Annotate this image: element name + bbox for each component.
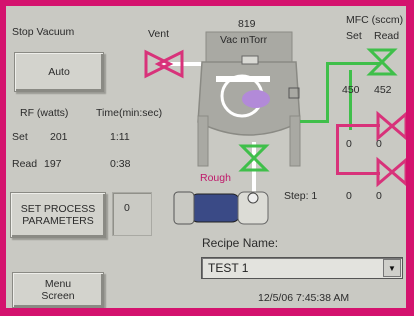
recipe-label: Recipe Name: [202, 236, 279, 250]
step-value-2: 0 [376, 190, 382, 202]
mfc-read-label: Read [374, 30, 400, 42]
mfc-row-1-set: 450 [342, 84, 360, 96]
hmi-screen: Stop Vacuum Auto RF (watts) Time(min:sec… [6, 6, 406, 308]
timestamp: 12/5/06 7:45:38 AM [258, 292, 350, 304]
mfc-header: MFC (sccm) [346, 14, 404, 26]
mfc-row-2-set: 0 [346, 138, 352, 150]
recipe-select[interactable]: TEST 1 ▼ [201, 257, 403, 279]
step-value-1: 0 [346, 190, 352, 202]
rough-label: Rough [200, 172, 231, 184]
pressure-value: 819 [238, 18, 256, 30]
rough-pipe [252, 142, 256, 192]
recipe-selected-value: TEST 1 [208, 261, 249, 275]
mfc-gas-lines [300, 62, 380, 175]
mfc-valve-3-icon[interactable] [376, 156, 406, 188]
mfc-set-label: Set [346, 30, 362, 42]
mfc-row-2-read: 0 [376, 138, 382, 150]
viewport-icon [241, 55, 259, 65]
step-label: Step: 1 [284, 190, 318, 202]
roughing-pump-icon [173, 191, 269, 225]
electrode-feed-icon [216, 76, 270, 82]
chevron-down-icon[interactable]: ▼ [383, 259, 401, 277]
vent-label: Vent [148, 28, 170, 40]
plasma-icon [242, 90, 270, 108]
pressure-label: Vac mTorr [220, 34, 268, 46]
mfc-row-1-read: 452 [374, 84, 392, 96]
mfc-valve-2-icon[interactable] [376, 110, 406, 142]
